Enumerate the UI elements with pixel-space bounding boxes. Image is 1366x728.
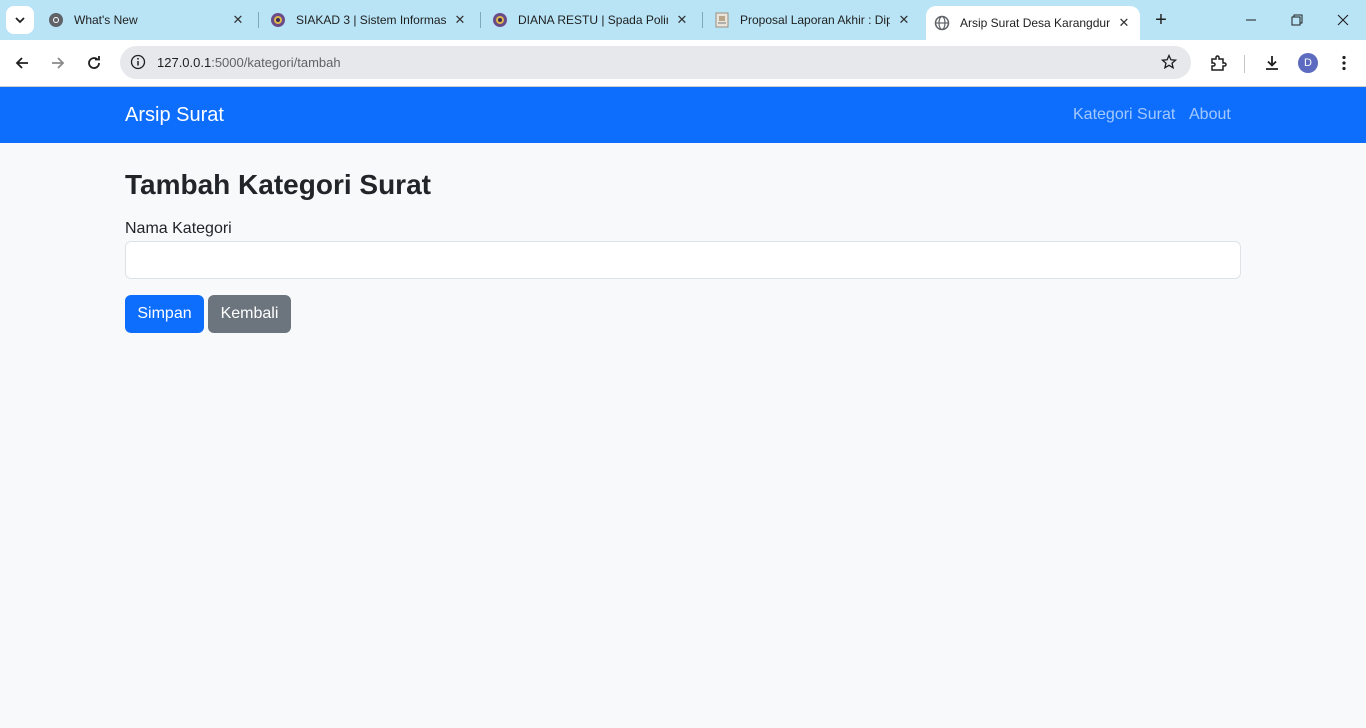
navbar-brand[interactable]: Arsip Surat <box>125 104 224 127</box>
reload-icon <box>88 56 100 69</box>
kembali-button[interactable]: Kembali <box>208 295 291 333</box>
url-path: :5000/kategori/tambah <box>211 55 341 70</box>
browser-tab[interactable]: DIANA RESTU | Spada Poline ✕ <box>484 8 698 32</box>
puzzle-icon <box>1211 55 1227 71</box>
kebab-menu-icon <box>1342 55 1346 71</box>
downloads-button[interactable] <box>1258 49 1286 77</box>
university-logo-icon <box>492 12 508 28</box>
back-button[interactable] <box>8 49 36 77</box>
site-info-icon[interactable] <box>126 50 150 74</box>
forward-button[interactable] <box>44 49 72 77</box>
browser-menu-button[interactable] <box>1330 49 1358 77</box>
browser-tab[interactable]: SIAKAD 3 | Sistem Informasi ✕ <box>262 8 476 32</box>
tab-title: Arsip Surat Desa Karangdure <box>960 16 1110 30</box>
url-host: 127.0.0.1 <box>157 55 212 70</box>
restore-icon <box>1291 14 1303 26</box>
close-icon[interactable]: ✕ <box>896 12 912 28</box>
browser-toolbar: 127.0.0.1:5000/kategori/tambah D <box>0 40 1366 87</box>
tab-title: What's New <box>74 13 138 27</box>
tab-separator <box>258 12 259 28</box>
tab-separator <box>702 12 703 28</box>
close-window-button[interactable] <box>1320 0 1366 40</box>
tab-title: Proposal Laporan Akhir : Dip <box>740 13 890 27</box>
close-icon[interactable]: ✕ <box>452 12 468 28</box>
tab-search-button[interactable] <box>6 6 34 34</box>
minimize-icon <box>1246 19 1256 21</box>
extensions-button[interactable] <box>1204 49 1232 77</box>
close-icon[interactable]: ✕ <box>1116 15 1132 31</box>
restore-button[interactable] <box>1274 0 1320 40</box>
browser-tab-strip: What's New ✕ SIAKAD 3 | Sistem Informasi… <box>0 0 1366 40</box>
bookmark-star-icon[interactable] <box>1157 50 1181 74</box>
nama-kategori-label: Nama Kategori <box>125 220 232 237</box>
nav-link-kategori-surat[interactable]: Kategori Surat <box>1073 106 1175 124</box>
simpan-button[interactable]: Simpan <box>125 295 204 333</box>
browser-tab[interactable]: Proposal Laporan Akhir : Dip ✕ <box>706 8 920 32</box>
close-icon[interactable]: ✕ <box>230 12 246 28</box>
globe-icon <box>934 15 950 31</box>
arrow-right-icon <box>52 57 65 69</box>
document-thumbnail-icon <box>714 12 730 28</box>
tab-title: DIANA RESTU | Spada Poline <box>518 13 668 27</box>
url-text[interactable]: 127.0.0.1:5000/kategori/tambah <box>157 55 341 70</box>
page-title: Tambah Kategori Surat <box>125 169 431 200</box>
tab-title: SIAKAD 3 | Sistem Informasi <box>296 13 446 27</box>
minimize-button[interactable] <box>1228 0 1274 40</box>
browser-tab[interactable]: What's New ✕ <box>40 8 254 32</box>
tab-separator <box>480 12 481 28</box>
university-logo-icon <box>270 12 286 28</box>
nav-link-about[interactable]: About <box>1189 106 1231 124</box>
close-icon <box>1337 14 1349 26</box>
arrow-left-icon <box>15 57 28 69</box>
plus-icon: + <box>1155 8 1167 31</box>
chrome-icon <box>48 12 64 28</box>
browser-tab-active[interactable]: Arsip Surat Desa Karangdure ✕ <box>926 6 1140 40</box>
chevron-down-icon <box>15 17 25 24</box>
profile-avatar[interactable]: D <box>1298 53 1318 73</box>
download-icon <box>1266 56 1278 70</box>
address-bar[interactable]: 127.0.0.1:5000/kategori/tambah <box>120 46 1191 79</box>
nama-kategori-input[interactable] <box>125 241 1241 279</box>
reload-button[interactable] <box>80 49 108 77</box>
site-navbar: Arsip Surat Kategori Surat About <box>0 87 1366 143</box>
new-tab-button[interactable]: + <box>1148 6 1174 34</box>
toolbar-divider <box>1244 55 1245 73</box>
close-icon[interactable]: ✕ <box>674 12 690 28</box>
